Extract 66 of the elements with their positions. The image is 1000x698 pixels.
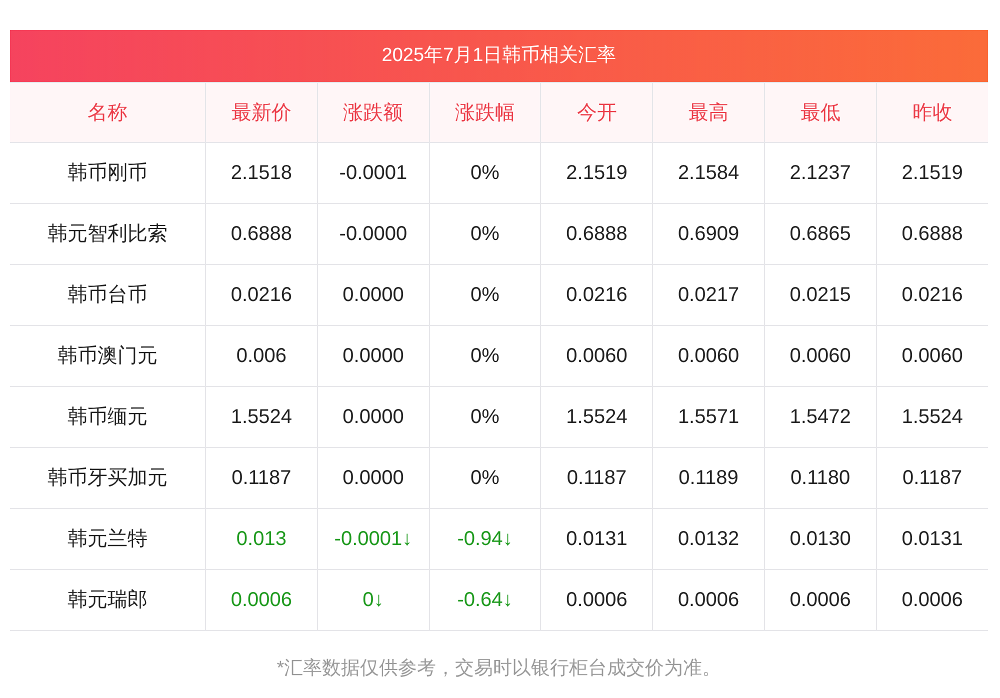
currency-name-cell: 韩币台币: [10, 264, 206, 326]
table-cell: 0.6865: [764, 204, 876, 264]
table-cell: 0.0131: [540, 508, 653, 570]
table-cell: 0.0216: [540, 264, 653, 326]
column-header: 涨跌幅: [429, 82, 541, 142]
table-cell: 0%: [429, 204, 541, 264]
currency-name-cell: 韩元兰特: [10, 508, 206, 570]
table-cell: 2.1518: [206, 142, 318, 204]
disclaimer-note: *汇率数据仅供参考，交易时以银行柜台成交价为准。: [276, 657, 722, 681]
currency-name-cell: 韩元智利比索: [10, 204, 206, 264]
table-cell: 0.1189: [652, 448, 764, 508]
table-cell: 0%: [429, 386, 541, 448]
column-header: 最新价: [206, 82, 318, 142]
column-header: 名称: [10, 82, 206, 142]
table-cell: 0↓: [317, 570, 430, 630]
table-cell: 0.0006: [540, 570, 653, 630]
table-cell: 0.0060: [764, 326, 876, 386]
column-header: 最高: [652, 82, 764, 142]
column-header: 涨跌额: [317, 82, 430, 142]
table-cell: 0.013: [206, 508, 318, 570]
table-cell: 0.6909: [652, 204, 764, 264]
table-title: 2025年7月1日韩币相关汇率: [10, 30, 988, 82]
table-cell: 0%: [429, 448, 541, 508]
table-cell: 0.0000: [317, 326, 430, 386]
table-cell: 1.5524: [540, 386, 653, 448]
table-cell: 0%: [429, 326, 541, 386]
table-cell: 2.1519: [540, 142, 653, 204]
column-header: 最低: [764, 82, 876, 142]
table-cell: -0.0000: [317, 204, 430, 264]
table-cell: 0.0060: [652, 326, 764, 386]
table-cell: 0.6888: [206, 204, 318, 264]
table-cell: 0.0130: [764, 508, 876, 570]
currency-name-cell: 韩币澳门元: [10, 326, 206, 386]
table-cell: 0%: [429, 142, 541, 204]
table-cell: 0%: [429, 264, 541, 326]
table-cell: 0.0217: [652, 264, 764, 326]
table-cell: -0.64↓: [429, 570, 541, 630]
table-cell: 1.5472: [764, 386, 876, 448]
table-cell: 2.1237: [764, 142, 876, 204]
table-cell: 0.1187: [540, 448, 653, 508]
table-cell: 1.5571: [652, 386, 764, 448]
table-cell: 0.0000: [317, 448, 430, 508]
table-cell: 0.0006: [652, 570, 764, 630]
table-cell: 0.0000: [317, 386, 430, 448]
column-header: 今开: [540, 82, 653, 142]
table-cell: 0.006: [206, 326, 318, 386]
table-cell: -0.0001↓: [317, 508, 430, 570]
column-header: 昨收: [876, 82, 988, 142]
currency-name-cell: 韩币缅元: [10, 386, 206, 448]
table-cell: 0.0006: [764, 570, 876, 630]
table-cell: 0.0216: [206, 264, 318, 326]
table-cell: 0.0000: [317, 264, 430, 326]
table-cell: 0.6888: [540, 204, 653, 264]
table-cell: 0.1180: [764, 448, 876, 508]
table-cell: 0.0006: [206, 570, 318, 630]
table-cell: 2.1584: [652, 142, 764, 204]
table-cell: 0.0132: [652, 508, 764, 570]
table-cell: 1.5524: [206, 386, 318, 448]
table-cell: -0.94↓: [429, 508, 541, 570]
currency-name-cell: 韩元瑞郎: [10, 570, 206, 630]
currency-name-cell: 韩币刚币: [10, 142, 206, 204]
table-cell: -0.0001: [317, 142, 430, 204]
table-cell: 0.0215: [764, 264, 876, 326]
currency-name-cell: 韩币牙买加元: [10, 448, 206, 508]
table-cell: 0.0060: [540, 326, 653, 386]
table-cell: 0.1187: [206, 448, 318, 508]
